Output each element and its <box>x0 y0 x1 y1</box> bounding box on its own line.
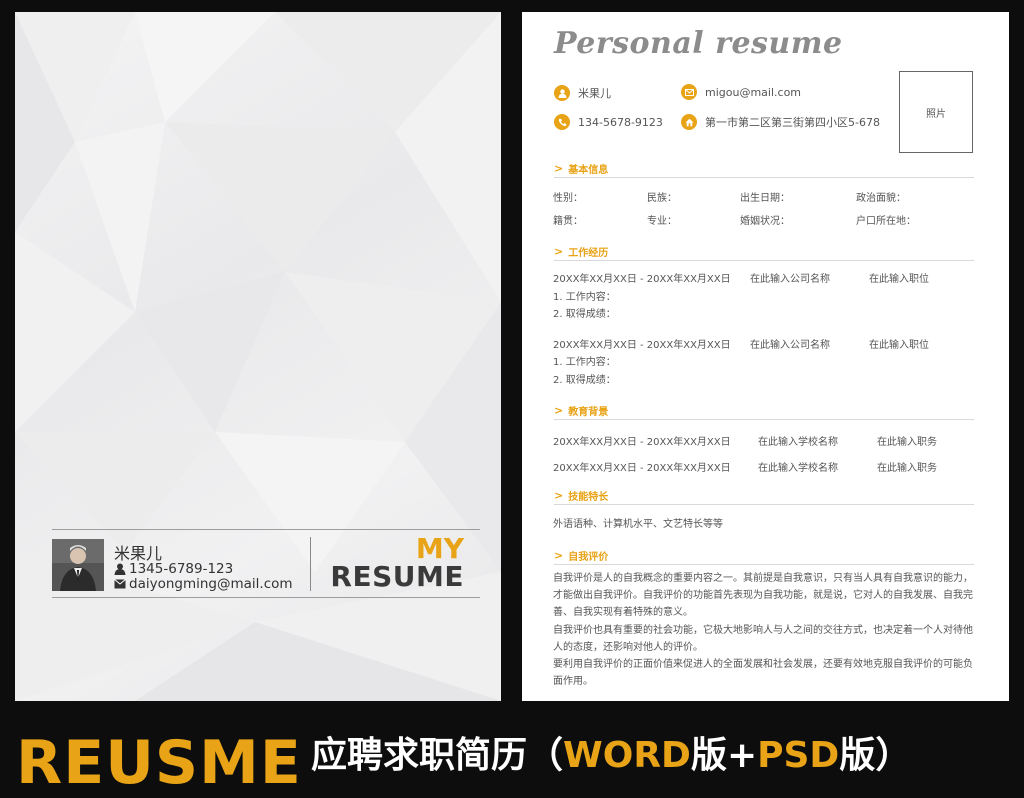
resume-page: Personal resume 米果儿 migou@mail.com 134-5… <box>522 12 1009 701</box>
work-achievement: 2. 取得成绩： <box>553 309 616 320</box>
field-major: 专业： <box>647 216 677 227</box>
field-hukou: 户口所在地： <box>856 216 916 227</box>
home-icon <box>681 114 697 130</box>
field-gender: 性别： <box>553 193 583 204</box>
cover-top-rule <box>52 529 480 530</box>
resume-title: Personal resume <box>554 26 843 61</box>
skills-text: 外语语种、计算机水平、文艺特长等等 <box>553 519 723 530</box>
edu-date: 20XX年XX月XX日 - 20XX年XX月XX日 <box>553 437 731 448</box>
contact-name-text: 米果儿 <box>578 87 611 100</box>
paragraph-line: 自我评价是人的自我概念的重要内容之一。其前提是自我意识，只有当人具有自我意识的能… <box>553 573 973 584</box>
contact-name: 米果儿 <box>554 85 611 101</box>
section-title: 教育背景 <box>568 407 609 418</box>
cover-phone-row: 1345-6789-123 <box>114 561 233 577</box>
section-header-self: > 自我评价 <box>554 548 608 563</box>
cover-bottom-rule <box>52 597 480 598</box>
mail-icon <box>114 579 126 589</box>
avatar-photo <box>52 539 104 591</box>
cover-resume-label: RESUME <box>330 560 464 593</box>
chevron-right-icon: > <box>554 549 564 562</box>
section-header-edu: > 教育背景 <box>554 403 608 418</box>
edu-role: 在此输入职务 <box>877 463 937 474</box>
paragraph-line: 面作用。 <box>553 676 593 688</box>
work-achievement: 2. 取得成绩： <box>553 375 616 386</box>
work-position: 在此输入职位 <box>869 274 929 285</box>
cover-email-row: daiyongming@mail.com <box>114 576 293 592</box>
field-marital: 婚姻状况： <box>740 216 790 227</box>
banner-psd: PSD <box>757 735 840 776</box>
photo-placeholder: 照片 <box>899 71 973 153</box>
contact-address: 第一市第二区第三街第四小区5-678 <box>681 114 880 130</box>
edu-date: 20XX年XX月XX日 - 20XX年XX月XX日 <box>553 463 731 474</box>
person-icon <box>554 85 570 101</box>
phone-icon <box>554 114 570 130</box>
contact-email-text: migou@mail.com <box>705 85 802 99</box>
person-icon <box>114 563 126 575</box>
paragraph-line: 才能做出自我评价。自我评价的功能首先表现为自我功能，就是说，它对人的自我发展、自… <box>553 590 973 602</box>
cover-divider <box>310 537 311 591</box>
work-date: 20XX年XX月XX日 - 20XX年XX月XX日 <box>553 340 731 351</box>
chevron-right-icon: > <box>554 404 564 417</box>
contact-phone: 134-5678-9123 <box>554 114 663 130</box>
edu-role: 在此输入职务 <box>877 437 937 448</box>
cover-email: daiyongming@mail.com <box>129 576 293 592</box>
paragraph-line: 善、自我实现有着特殊的意义。 <box>553 607 693 619</box>
section-rule <box>554 177 974 178</box>
chevron-right-icon: > <box>554 245 564 258</box>
section-title: 基本信息 <box>568 165 609 176</box>
edu-school: 在此输入学校名称 <box>758 463 838 474</box>
banner-word: WORD <box>563 735 691 776</box>
work-content: 1. 工作内容： <box>553 292 616 303</box>
cover-phone: 1345-6789-123 <box>129 561 234 577</box>
banner-version-1: 版+ <box>690 735 758 776</box>
section-header-basic: > 基本信息 <box>554 161 608 176</box>
section-title: 工作经历 <box>568 248 609 259</box>
section-rule <box>554 504 974 505</box>
section-header-skills: > 技能特长 <box>554 488 608 503</box>
work-content: 1. 工作内容： <box>553 357 616 368</box>
banner-subtitle: 应聘求职简历（WORD版+PSD版） <box>311 733 911 779</box>
contact-email: migou@mail.com <box>681 84 801 100</box>
self-evaluation-text: 自我评价是人的自我概念的重要内容之一。其前提是自我意识，只有当人具有自我意识的能… <box>553 570 977 690</box>
paragraph-line: 要利用自我评价的正面价值来促进人的全面发展和社会发展，还要有效地克服自我评价的可… <box>553 659 973 671</box>
contact-phone-text: 134-5678-9123 <box>578 115 663 129</box>
section-title: 技能特长 <box>568 492 609 503</box>
banner-prefix: 应聘求职简历（ <box>311 735 564 776</box>
section-rule <box>554 564 974 565</box>
paragraph-line: 自我评价也具有重要的社会功能，它极大地影响人与人之间的交往方式，也决定着一个人对… <box>553 624 973 636</box>
cover-page: 米果儿 1345-6789-123 daiyongming@mail.com M… <box>15 12 501 701</box>
section-header-work: > 工作经历 <box>554 244 608 259</box>
section-title: 自我评价 <box>568 552 609 563</box>
banner-title: REUSME <box>16 728 302 798</box>
field-birthdate: 出生日期： <box>740 193 790 204</box>
field-political: 政治面貌： <box>856 193 906 204</box>
photo-label: 照片 <box>926 109 946 120</box>
chevron-right-icon: > <box>554 162 564 175</box>
chevron-right-icon: > <box>554 489 564 502</box>
work-company: 在此输入公司名称 <box>750 274 830 285</box>
banner-version-2: 版） <box>839 735 912 776</box>
section-rule <box>554 260 974 261</box>
field-native-place: 籍贯： <box>553 216 583 227</box>
paragraph-line: 人的态度，还影响对他人的评价。 <box>553 641 703 653</box>
work-date: 20XX年XX月XX日 - 20XX年XX月XX日 <box>553 274 731 285</box>
work-position: 在此输入职位 <box>869 340 929 351</box>
mail-icon <box>681 84 697 100</box>
section-rule <box>554 419 974 420</box>
edu-school: 在此输入学校名称 <box>758 437 838 448</box>
field-ethnicity: 民族： <box>647 193 677 204</box>
work-company: 在此输入公司名称 <box>750 340 830 351</box>
contact-address-text: 第一市第二区第三街第四小区5-678 <box>705 116 880 129</box>
